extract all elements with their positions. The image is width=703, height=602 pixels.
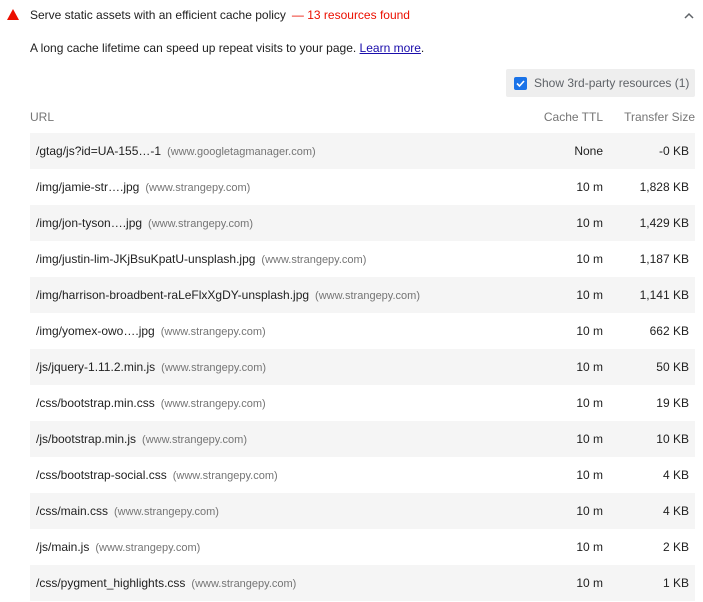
third-party-checkbox[interactable] [514,76,527,90]
table-row: /img/jamie-str….jpg (www.strangepy.com) 10… [30,169,695,205]
resource-url[interactable]: /img/jon-tyson….jpg [36,216,142,230]
resource-host: (www.strangepy.com) [315,290,420,302]
cache-ttl: 10 m [576,360,603,374]
transfer-size: 2 KB [662,540,689,554]
resource-url[interactable]: /img/justin-lim-JKjBsuKpatU-unsplash.jpg [36,252,255,266]
resource-url[interactable]: /img/jamie-str….jpg [36,180,139,194]
checkmark-icon [516,79,525,87]
resource-url[interactable]: /gtag/js?id=UA-155…-1 [36,144,161,158]
table-row: /img/justin-lim-JKjBsuKpatU-unsplash.jpg… [30,241,695,277]
row-url-cell: /img/yomex-owo….jpg (www.strangepy.com) [30,324,529,338]
audit-header[interactable]: Serve static assets with an efficient ca… [0,0,703,32]
table-row: /gtag/js?id=UA-155…-1 (www.googletagmanag… [30,133,695,169]
resource-host: (www.strangepy.com) [142,434,247,446]
audit-display-value: — 13 resources found [291,8,410,22]
description-text: A long cache lifetime can speed up repea… [30,41,357,55]
table-row: /img/harrison-broadbent-raLeFlxXgDY-unsp… [30,277,695,313]
cache-ttl: 10 m [576,288,603,302]
audit-title-text: Serve static assets with an efficient ca… [30,8,286,22]
cache-ttl: 10 m [576,180,603,194]
resource-host: (www.strangepy.com) [161,362,267,374]
header-transfer-size: Transfer Size [624,110,695,124]
resource-host: (www.strangepy.com) [148,218,253,230]
resource-url[interactable]: /js/main.js [36,540,89,554]
cache-ttl: 10 m [576,432,603,446]
table-row: /css/pygment_highlights.css (www.strangep… [30,565,695,601]
row-url-cell: /js/main.js (www.strangepy.com) [30,540,529,554]
row-url-cell: /js/bootstrap.min.js (www.strangepy.com) [30,432,529,446]
learn-more-link[interactable]: Learn more [360,41,421,55]
transfer-size: 4 KB [662,468,689,482]
table-row: /js/bootstrap.min.js (www.strangepy.com) 1… [30,421,695,457]
resource-host: (www.strangepy.com) [172,470,278,482]
resource-host: (www.strangepy.com) [145,182,251,194]
resource-url[interactable]: /js/jquery-1.11.2.min.js [36,360,155,374]
table-row: /img/jon-tyson….jpg (www.strangepy.com) 10… [30,205,695,241]
cache-ttl: 10 m [576,576,603,590]
resource-url[interactable]: /css/bootstrap-social.css [36,468,167,482]
resource-host: (www.strangepy.com) [160,398,266,410]
transfer-size: 1,187 KB [639,252,689,266]
third-party-label: Show 3rd-party resources (1) [534,76,690,90]
table-row: /css/bootstrap-social.css (www.strangepy.… [30,457,695,493]
resource-url[interactable]: /css/bootstrap.min.css [36,396,155,410]
header-cache-ttl: Cache TTL [543,110,603,124]
audit-description: A long cache lifetime can speed up repea… [30,41,424,55]
audit-title: Serve static assets with an efficient ca… [30,8,410,22]
row-url-cell: /js/jquery-1.11.2.min.js (www.strangepy.c… [30,360,529,374]
cache-ttl: 10 m [576,540,603,554]
cache-ttl: 10 m [576,504,603,518]
resource-host: (www.strangepy.com) [114,506,219,518]
transfer-size: 19 KB [656,396,689,410]
table-header: URL Cache TTL Transfer Size [30,101,695,133]
row-url-cell: /css/pygment_highlights.css (www.strangep… [30,576,529,590]
transfer-size: 1,429 KB [639,216,689,230]
row-url-cell: /gtag/js?id=UA-155…-1 (www.googletagmanag… [30,144,529,158]
warning-triangle-icon [7,9,19,20]
transfer-size: 10 KB [656,432,689,446]
row-url-cell: /img/harrison-broadbent-raLeFlxXgDY-unsp… [30,288,529,302]
transfer-size: 1,141 KB [639,288,689,302]
row-url-cell: /img/jon-tyson….jpg (www.strangepy.com) [30,216,529,230]
description-end: . [420,41,425,55]
cache-ttl: 10 m [576,216,603,230]
row-url-cell: /img/jamie-str….jpg (www.strangepy.com) [30,180,529,194]
transfer-size: 1,828 KB [639,180,689,194]
resource-host: (www.googletagmanager.com) [167,146,316,158]
transfer-size: -0 KB [658,144,689,158]
resource-host: (www.strangepy.com) [160,326,266,338]
resource-host: (www.strangepy.com) [191,578,297,590]
transfer-size: 1 KB [662,576,689,590]
resource-url[interactable]: /css/pygment_highlights.css [36,576,185,590]
resource-host: (www.strangepy.com) [261,254,367,266]
resource-url[interactable]: /img/yomex-owo….jpg [36,324,155,338]
row-url-cell: /css/bootstrap.min.css (www.strangepy.com… [30,396,529,410]
resource-url[interactable]: /img/harrison-broadbent-raLeFlxXgDY-unsp… [36,288,309,302]
row-url-cell: /img/justin-lim-JKjBsuKpatU-unsplash.jpg… [30,252,529,266]
table-row: /css/main.css (www.strangepy.com) 10 m 4 KB [30,493,695,529]
cache-ttl: 10 m [576,324,603,338]
transfer-size: 4 KB [662,504,689,518]
resources-table: URL Cache TTL Transfer Size /gtag/js?id=… [30,101,695,601]
cache-ttl: 10 m [576,396,603,410]
transfer-size: 50 KB [656,360,689,374]
row-url-cell: /css/main.css (www.strangepy.com) [30,504,529,518]
table-row: /js/jquery-1.11.2.min.js (www.strangepy.c… [30,349,695,385]
table-row: /css/bootstrap.min.css (www.strangepy.com… [30,385,695,421]
table-body: /gtag/js?id=UA-155…-1 (www.googletagmanag… [30,133,695,601]
cache-ttl: 10 m [576,252,603,266]
row-url-cell: /css/bootstrap-social.css (www.strangepy.… [30,468,529,482]
cache-ttl: None [574,144,603,158]
table-row: /js/main.js (www.strangepy.com) 10 m 2 KB [30,529,695,565]
chevron-up-icon[interactable] [683,10,695,22]
resource-url[interactable]: /css/main.css [36,504,108,518]
third-party-filter[interactable]: Show 3rd-party resources (1) [506,69,695,97]
header-url: URL [30,110,55,124]
resource-url[interactable]: /js/bootstrap.min.js [36,432,136,446]
table-row: /img/yomex-owo….jpg (www.strangepy.com) 10… [30,313,695,349]
resource-host: (www.strangepy.com) [95,542,201,554]
cache-ttl: 10 m [576,468,603,482]
transfer-size: 662 KB [649,324,689,338]
